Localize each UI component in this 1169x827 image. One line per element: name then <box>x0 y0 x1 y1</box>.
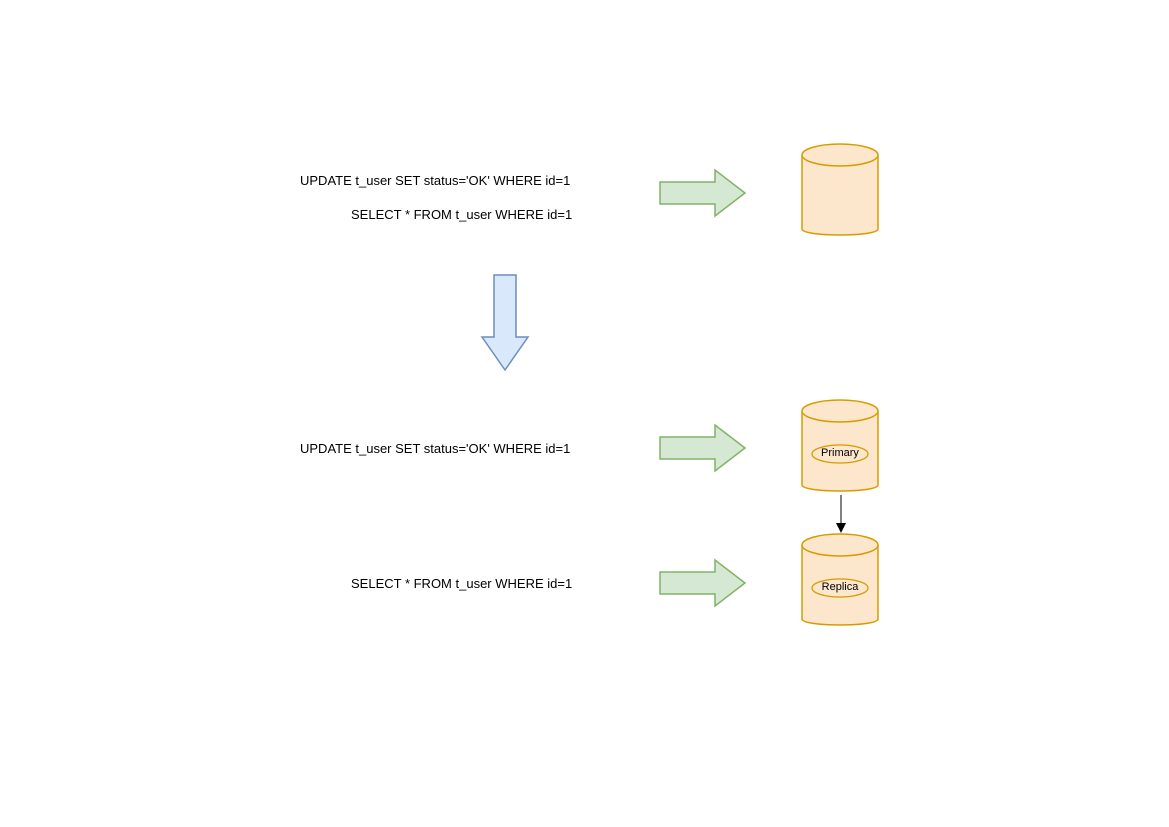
arrow-down-icon <box>480 275 530 375</box>
arrow-right-icon <box>660 423 750 473</box>
arrow-right-icon <box>660 168 750 218</box>
arrow-right-icon <box>660 558 750 608</box>
top-update-sql: UPDATE t_user SET status='OK' WHERE id=1 <box>300 173 570 188</box>
top-select-sql: SELECT * FROM t_user WHERE id=1 <box>351 207 572 222</box>
primary-db-label: Primary <box>805 447 875 459</box>
bottom-update-sql: UPDATE t_user SET status='OK' WHERE id=1 <box>300 441 570 456</box>
database-icon <box>800 142 880 242</box>
bottom-select-sql: SELECT * FROM t_user WHERE id=1 <box>351 576 572 591</box>
replica-db-label: Replica <box>805 581 875 593</box>
diagram-canvas: UPDATE t_user SET status='OK' WHERE id=1… <box>0 0 1169 827</box>
replication-arrow-icon <box>835 495 847 535</box>
